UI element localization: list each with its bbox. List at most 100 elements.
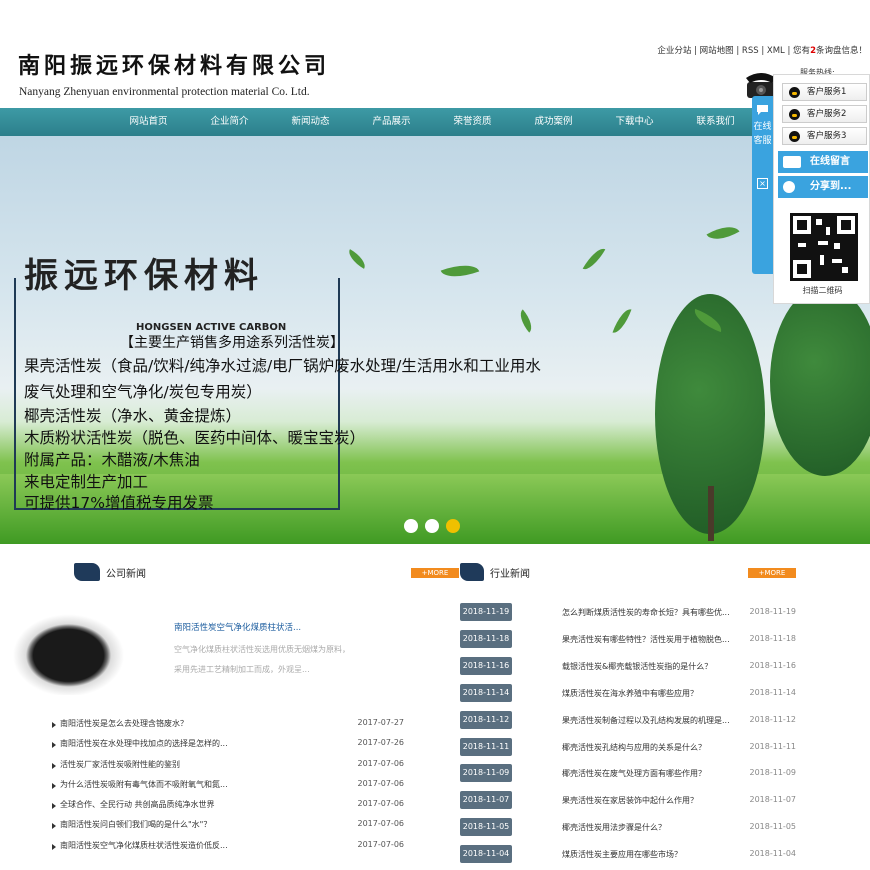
top-links-text[interactable]: 企业分站 | 网站地图 | RSS | XML | 您有 [657, 46, 810, 56]
date-badge: 2018-11-18 [460, 630, 512, 648]
list-item[interactable]: 全球合作、全民行动 共创高品质纯净水世界 2017-07-06 [52, 799, 404, 813]
news-date: 2017-07-26 [357, 738, 405, 747]
industry-news-header: 行业新闻 [460, 563, 560, 581]
share-button[interactable]: 分享到... [778, 176, 868, 198]
nav-item-about[interactable]: 企业简介 [189, 108, 270, 136]
online-message-button[interactable]: 在线留言 [778, 151, 868, 173]
date-badge: 2018-11-11 [460, 738, 512, 756]
list-item[interactable]: 为什么活性炭吸附有毒气体而不吸附氧气和氮... 2017-07-06 [52, 779, 404, 793]
company-name-cn[interactable]: 南阳振远环保材料有限公司 [18, 48, 330, 80]
close-icon[interactable]: × [757, 178, 768, 189]
list-item[interactable]: 南阳活性炭在水处理中找加点的选择是怎样的... 2017-07-26 [52, 738, 404, 752]
list-item[interactable]: 2018-11-14 煤质活性炭在海水养殖中有哪些应用？ 2018-11-14 [460, 684, 798, 702]
tree-image-right [770, 286, 870, 476]
bullet-icon [52, 844, 56, 850]
news-title[interactable]: 煤质活性炭在海水养殖中有哪些应用？ [562, 688, 698, 699]
bullet-icon [52, 722, 56, 728]
slider-dot-3[interactable] [446, 519, 460, 533]
list-item[interactable]: 南阳活性炭空气净化煤质柱状活性炭造价低反... 2017-07-06 [52, 840, 404, 854]
slider-dot-1[interactable] [404, 519, 418, 533]
list-item[interactable]: 2018-11-18 果壳活性炭有哪些特性？活性炭用于植物脱色... 2018-11… [460, 630, 798, 648]
nav-item-contact[interactable]: 联系我们 [675, 108, 756, 136]
news-title[interactable]: 载银活性炭&椰壳载银活性炭指的是什么？ [562, 661, 712, 672]
tree-trunk [708, 486, 714, 541]
news-title[interactable]: 椰壳活性炭用法步骤是什么？ [562, 822, 666, 833]
qq-service-1[interactable]: 客户服务1 [782, 83, 867, 101]
news-title[interactable]: 活性炭厂家活性炭吸附性能的鉴别 [60, 759, 180, 770]
list-item[interactable]: 2018-11-19 怎么判断煤质活性炭的寿命长短？具有哪些优... 2018-11… [460, 603, 798, 621]
section-flag-icon [74, 563, 100, 581]
main-nav: 网站首页 企业简介 新闻动态 产品展示 荣誉资质 成功案例 下载中心 联系我们 [0, 108, 870, 136]
qq-service-3[interactable]: 客户服务3 [782, 127, 867, 145]
service-panel: 客户服务1 客户服务2 客户服务3 在线留言 分享到... 扫描二维码 [773, 74, 870, 304]
news-title[interactable]: 全球合作、全民行动 共创高品质纯净水世界 [60, 799, 215, 810]
news-date: 2017-07-06 [357, 799, 405, 808]
news-title[interactable]: 为什么活性炭吸附有毒气体而不吸附氧气和氮... [60, 779, 228, 790]
online-service-label[interactable]: 在线客服 [752, 120, 773, 148]
list-item[interactable]: 2018-11-05 椰壳活性炭用法步骤是什么？ 2018-11-05 [460, 818, 798, 836]
news-title[interactable]: 椰壳活性炭孔结构与应用的关系是什么？ [562, 742, 706, 753]
qq-label: 客户服务3 [807, 131, 847, 141]
envelope-icon [783, 156, 801, 168]
share-label: 分享到... [810, 181, 852, 192]
news-date: 2018-11-11 [749, 742, 797, 751]
news-date: 2018-11-07 [749, 795, 797, 804]
company-news-header: 公司新闻 [74, 563, 174, 581]
qq-icon [789, 131, 800, 142]
leaf-icon [515, 309, 537, 333]
news-title[interactable]: 南阳活性炭在水处理中找加点的选择是怎样的... [60, 738, 228, 749]
qq-service-2[interactable]: 客户服务2 [782, 105, 867, 123]
leaf-icon [612, 306, 632, 336]
news-title[interactable]: 椰壳活性炭在废气处理方面有哪些作用？ [562, 768, 706, 779]
section-flag-icon [460, 563, 484, 581]
list-item[interactable]: 2018-11-16 载银活性炭&椰壳载银活性炭指的是什么？ 2018-11-16 [460, 657, 798, 675]
news-title[interactable]: 果壳活性炭制备过程以及孔结构发展的机理是... [562, 715, 730, 726]
banner-line: 木质粉状活性炭（脱色、医药中间体、暖宝宝炭） [24, 429, 366, 447]
news-title[interactable]: 南阳活性炭问白顿们我们喝的是什么"水"？ [60, 819, 211, 830]
top-links[interactable]: 企业分站 | 网站地图 | RSS | XML | 您有2条询盘信息！ [657, 44, 867, 56]
activated-carbon-photo[interactable] [3, 607, 134, 695]
list-item[interactable]: 南阳活性炭是怎么去处理含铬废水？ 2017-07-27 [52, 718, 404, 732]
date-badge: 2018-11-19 [460, 603, 512, 621]
banner-line: 果壳活性炭（食品/饮料/纯净水过滤/电厂锅炉废水处理/生活用水和工业用水 [24, 357, 541, 375]
user-icon [783, 181, 795, 193]
news-title[interactable]: 南阳活性炭空气净化煤质柱状活性炭造价低反... [60, 840, 228, 851]
list-item[interactable]: 2018-11-11 椰壳活性炭孔结构与应用的关系是什么？ 2018-11-11 [460, 738, 798, 756]
bullet-icon [52, 742, 56, 748]
nav-item-news[interactable]: 新闻动态 [270, 108, 351, 136]
hero-banner[interactable]: 振远环保材料 HONGSEN ACTIVE CARBON 【主要生产销售多用途系… [0, 136, 870, 544]
qq-icon [789, 109, 800, 120]
news-title[interactable]: 煤质活性炭主要应用在哪些市场？ [562, 849, 682, 860]
slider-dot-2[interactable] [425, 519, 439, 533]
news-title[interactable]: 果壳活性炭在家居装饰中起什么作用？ [562, 795, 698, 806]
list-item[interactable]: 活性炭厂家活性炭吸附性能的鉴别 2017-07-06 [52, 759, 404, 773]
news-date: 2017-07-06 [357, 779, 405, 788]
bullet-icon [52, 803, 56, 809]
list-item[interactable]: 2018-11-04 煤质活性炭主要应用在哪些市场？ 2018-11-04 [460, 845, 798, 863]
featured-news-title[interactable]: 南阳活性炭空气净化煤质柱状活... [174, 621, 301, 633]
news-title[interactable]: 南阳活性炭是怎么去处理含铬废水？ [60, 718, 188, 729]
list-item[interactable]: 南阳活性炭问白顿们我们喝的是什么"水"？ 2017-07-06 [52, 819, 404, 833]
qq-label: 客户服务2 [807, 109, 847, 119]
nav-item-cases[interactable]: 成功案例 [513, 108, 594, 136]
industry-news-more-button[interactable]: +MORE [748, 568, 796, 578]
bullet-icon [52, 763, 56, 769]
company-news-more-button[interactable]: +MORE [411, 568, 459, 578]
leaf-icon [344, 249, 370, 269]
inquiry-suffix[interactable]: 条询盘信息！ [816, 46, 867, 56]
news-title[interactable]: 果壳活性炭有哪些特性？活性炭用于植物脱色... [562, 634, 730, 645]
nav-item-honors[interactable]: 荣誉资质 [432, 108, 513, 136]
list-item[interactable]: 2018-11-09 椰壳活性炭在废气处理方面有哪些作用？ 2018-11-09 [460, 764, 798, 782]
list-item[interactable]: 2018-11-07 果壳活性炭在家居装饰中起什么作用？ 2018-11-07 [460, 791, 798, 809]
list-item[interactable]: 2018-11-12 果壳活性炭制备过程以及孔结构发展的机理是... 2018-11… [460, 711, 798, 729]
news-date: 2017-07-06 [357, 819, 405, 828]
news-date: 2018-11-19 [749, 607, 797, 616]
news-title[interactable]: 怎么判断煤质活性炭的寿命长短？具有哪些优... [562, 607, 730, 618]
nav-item-downloads[interactable]: 下载中心 [594, 108, 675, 136]
qq-label: 客户服务1 [807, 87, 847, 97]
news-date: 2018-11-18 [749, 634, 797, 643]
news-date: 2018-11-16 [749, 661, 797, 670]
nav-item-products[interactable]: 产品展示 [351, 108, 432, 136]
leaf-icon [440, 258, 480, 284]
nav-item-home[interactable]: 网站首页 [108, 108, 189, 136]
